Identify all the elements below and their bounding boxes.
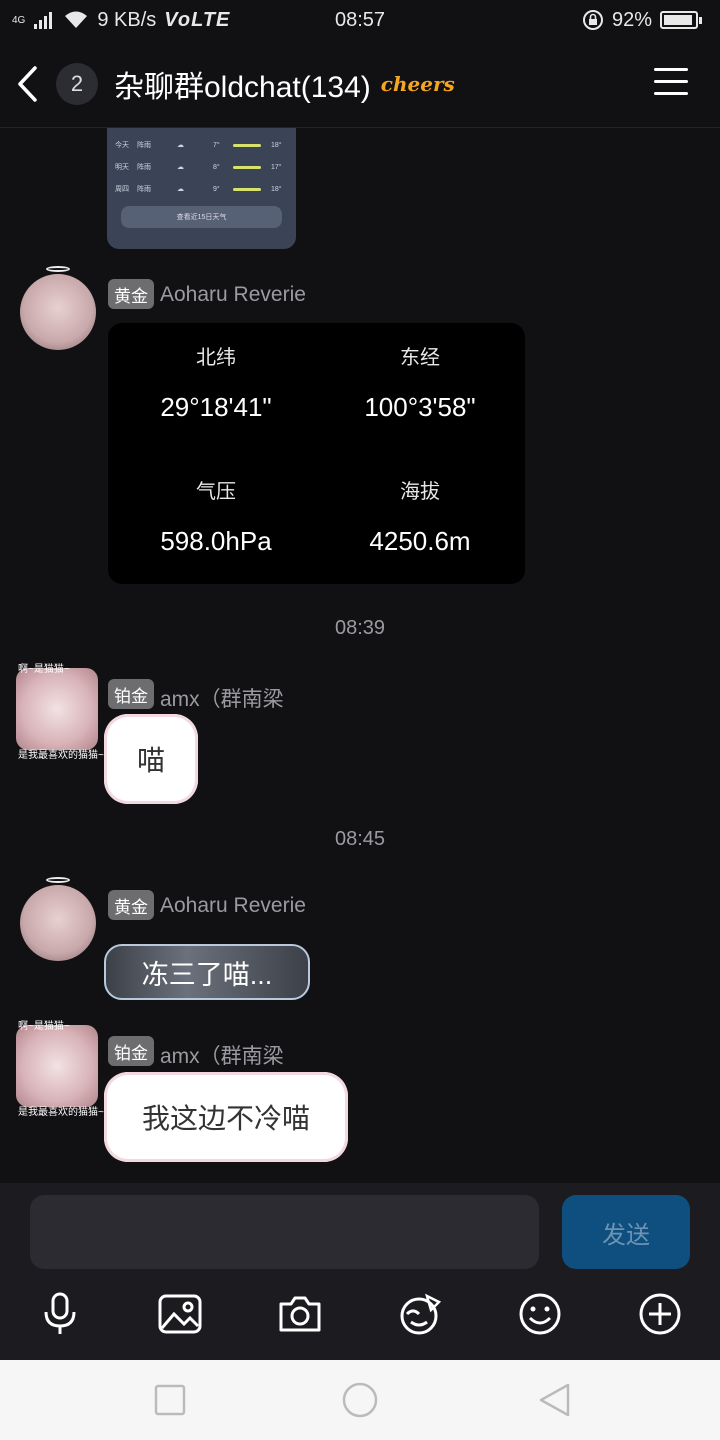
location-card-message[interactable]: 北纬 29°18'41" 东经 100°3'58" 气压 598.0hPa 海拔…	[108, 323, 525, 584]
status-left: 4G 9 KB/s VoLTE	[12, 9, 230, 32]
avatar-caption: 啊~是猫猫~	[18, 1021, 70, 1032]
send-button[interactable]: 发送	[562, 1195, 690, 1269]
chat-title[interactable]: 杂聊群oldchat(134)	[114, 62, 371, 106]
avatar[interactable]	[16, 668, 98, 750]
emoji-icon[interactable]	[515, 1289, 565, 1339]
network-speed: 9 KB/s	[97, 8, 157, 31]
volte-indicator: VoLTE	[164, 8, 231, 31]
signal-icon	[34, 12, 53, 29]
sender-name[interactable]: amx（群南梁	[160, 1040, 284, 1070]
sender-name[interactable]: Aoharu Reverie	[160, 283, 306, 307]
title-tag: cheers	[380, 71, 455, 96]
altitude-cell: 海拔 4250.6m	[316, 475, 524, 557]
member-badge: 铂金	[108, 679, 154, 709]
battery-icon	[660, 11, 702, 29]
unread-count-badge[interactable]: 2	[56, 62, 98, 105]
avatar-caption: 是我最喜欢的猫猫~	[18, 750, 104, 761]
latitude-value: 29°18'41"	[160, 392, 272, 422]
image-icon[interactable]	[155, 1289, 205, 1339]
pressure-value: 598.0hPa	[160, 526, 272, 556]
time-divider: 08:39	[334, 617, 386, 639]
time-divider: 08:45	[334, 828, 386, 850]
status-bar: 4G 9 KB/s VoLTE 08:57 92%	[0, 0, 720, 40]
sticker-message[interactable]: 喵	[104, 714, 198, 804]
avatar-caption: 啊~是猫猫~	[18, 664, 70, 675]
member-badge: 黄金	[108, 279, 154, 309]
avatar[interactable]	[20, 877, 96, 961]
sticker-icon[interactable]	[395, 1289, 445, 1339]
weather-row: 今天 阵雨 ☁ 7° 18°	[115, 141, 282, 150]
rotation-lock-icon	[582, 10, 603, 30]
weather-rows: 今天 阵雨 ☁ 7° 18° 明天 阵雨 ☁ 8° 17° 周四 阵雨 ☁ 9° 18°	[115, 134, 288, 200]
sticker-message[interactable]: 我这边不冷喵	[104, 1072, 348, 1162]
wifi-icon	[65, 11, 88, 28]
altitude-value: 4250.6m	[369, 526, 471, 556]
avatar-caption: 是我最喜欢的猫猫~	[18, 1107, 104, 1118]
member-badge: 铂金	[108, 1036, 154, 1066]
longitude-cell: 东经 100°3'58"	[316, 341, 524, 423]
input-area: 发送	[0, 1183, 720, 1360]
status-right: 92%	[582, 8, 702, 32]
pressure-cell: 气压 598.0hPa	[112, 475, 320, 557]
sender-name[interactable]: amx（群南梁	[160, 683, 284, 713]
back-button[interactable]	[0, 40, 56, 128]
latitude-label: 北纬	[196, 347, 236, 369]
weather-15day-button: 查看近15日天气	[121, 206, 282, 228]
message-input[interactable]	[30, 1195, 539, 1269]
menu-button[interactable]	[654, 68, 688, 98]
pressure-label: 气压	[196, 481, 236, 503]
chat-header: 2 杂聊群oldchat(134) cheers	[0, 40, 720, 128]
camera-icon[interactable]	[275, 1289, 325, 1339]
longitude-label: 东经	[400, 347, 440, 369]
battery-fill	[664, 15, 692, 25]
back-icon[interactable]	[536, 1382, 572, 1418]
avatar[interactable]	[16, 1025, 98, 1107]
network-type: 4G	[12, 14, 26, 26]
weather-row: 周四 阵雨 ☁ 9° 18°	[115, 185, 282, 194]
weather-row: 明天 阵雨 ☁ 8° 17°	[115, 163, 282, 172]
system-nav-bar	[0, 1360, 720, 1440]
recents-icon[interactable]	[152, 1382, 188, 1418]
latitude-cell: 北纬 29°18'41"	[112, 341, 320, 423]
battery-percent: 92%	[611, 8, 652, 31]
sender-name[interactable]: Aoharu Reverie	[160, 894, 306, 918]
chevron-left-icon	[18, 65, 37, 102]
weather-image-message[interactable]: 今天 阵雨 ☁ 7° 18° 明天 阵雨 ☁ 8° 17° 周四 阵雨 ☁ 9° 18° 查看近15日天…	[107, 128, 296, 249]
home-icon[interactable]	[342, 1382, 378, 1418]
plus-icon[interactable]	[635, 1289, 685, 1339]
microphone-icon[interactable]	[35, 1289, 85, 1339]
longitude-value: 100°3'58"	[364, 392, 476, 422]
sticker-message[interactable]: 冻三了喵...	[104, 944, 310, 1000]
avatar[interactable]	[20, 266, 96, 350]
altitude-label: 海拔	[400, 481, 440, 503]
member-badge: 黄金	[108, 890, 154, 920]
